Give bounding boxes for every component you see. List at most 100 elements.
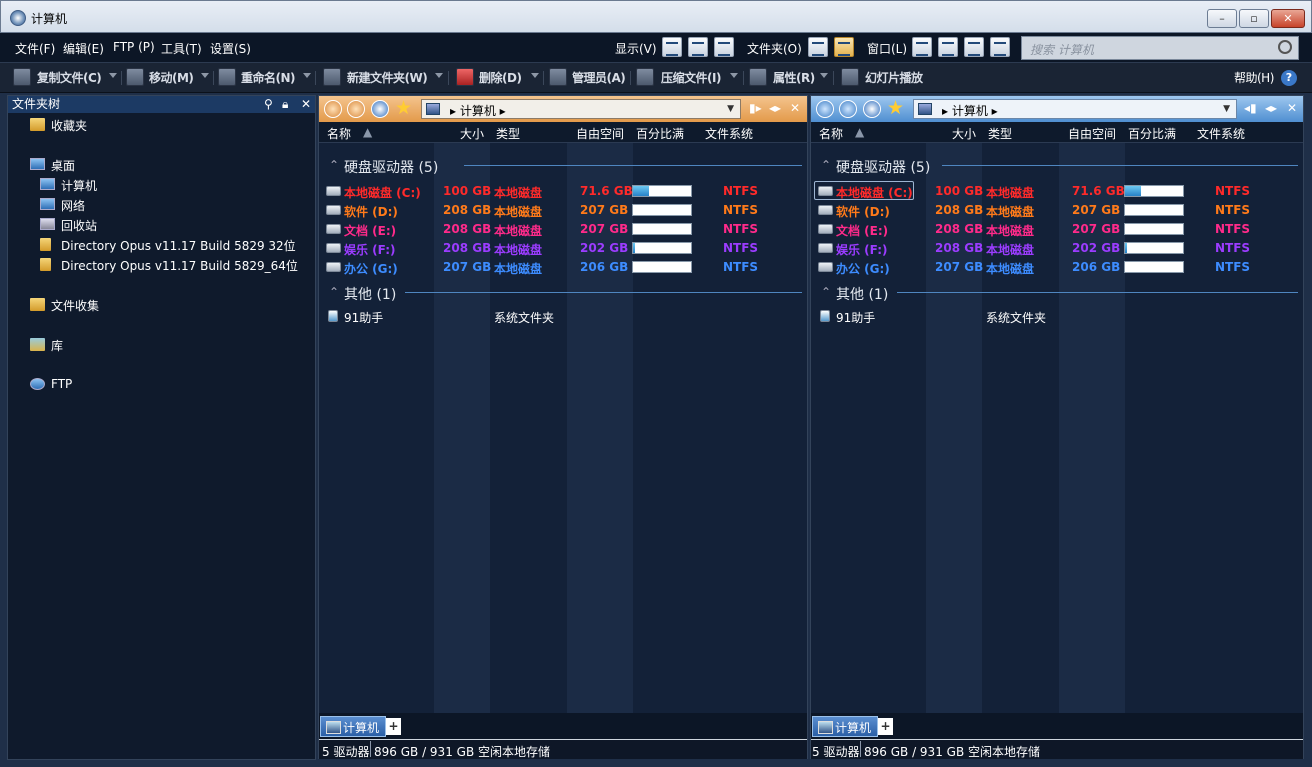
table-row[interactable]: 文档 (E:) 208 GB 本地磁盘 207 GB NTFS <box>319 220 799 239</box>
menu-tools[interactable]: 工具(T) <box>161 40 202 57</box>
column-name[interactable]: 名称 <box>819 125 843 142</box>
thumbnail-view-icon[interactable] <box>688 37 708 57</box>
tree-item-dopus64[interactable]: Directory Opus v11.17 Build 5829_64位 <box>61 257 298 274</box>
forward-icon[interactable] <box>347 100 365 118</box>
new-folder-button[interactable]: 新建文件夹(W) <box>347 69 428 86</box>
add-tab-button[interactable]: + <box>386 718 401 735</box>
breadcrumb-computer[interactable]: 计算机 <box>460 104 496 118</box>
drive-name[interactable]: 本地磁盘 (C:) <box>836 184 913 201</box>
drive-name[interactable]: 本地磁盘 (C:) <box>344 184 421 201</box>
column-percent[interactable]: 百分比满 <box>1128 125 1176 142</box>
compress-button[interactable]: 压缩文件(I) <box>661 69 721 86</box>
single-window-icon[interactable] <box>912 37 932 57</box>
table-row[interactable]: 娱乐 (F:) 208 GB 本地磁盘 202 GB NTFS <box>319 239 799 258</box>
details-view-icon[interactable] <box>662 37 682 57</box>
column-size[interactable]: 大小 <box>460 125 484 142</box>
left-breadcrumb[interactable]: ▸ 计算机 ▸ ▼ <box>421 99 741 119</box>
help-icon[interactable]: ? <box>1281 70 1297 86</box>
list-item-name[interactable]: 91助手 <box>344 309 383 326</box>
properties-dropdown-icon[interactable] <box>820 73 828 78</box>
tree-item-computer[interactable]: 计算机 <box>61 177 97 194</box>
dual-pane-icon[interactable] <box>834 37 854 57</box>
forward-icon[interactable] <box>839 100 857 118</box>
menu-ftp[interactable]: FTP (P) <box>113 40 155 54</box>
table-row[interactable]: 本地磁盘 (C:) 100 GB 本地磁盘 71.6 GB NTFS <box>811 182 1291 201</box>
new-folder-dropdown-icon[interactable] <box>435 73 443 78</box>
tab-computer[interactable]: 计算机 <box>320 716 387 737</box>
table-row[interactable]: 办公 (G:) 207 GB 本地磁盘 206 GB NTFS <box>319 258 799 277</box>
move-dropdown-icon[interactable] <box>201 73 209 78</box>
table-row[interactable]: 软件 (D:) 208 GB 本地磁盘 207 GB NTFS <box>811 201 1291 220</box>
breadcrumb-dropdown-icon[interactable]: ▼ <box>727 104 734 114</box>
drive-name[interactable]: 娱乐 (F:) <box>836 241 888 258</box>
column-type[interactable]: 类型 <box>496 125 520 142</box>
help-button[interactable]: 帮助(H) <box>1234 69 1274 86</box>
delete-dropdown-icon[interactable] <box>531 73 539 78</box>
tiles-view-icon[interactable] <box>714 37 734 57</box>
list-item-name[interactable]: 91助手 <box>836 309 875 326</box>
rename-dropdown-icon[interactable] <box>303 73 311 78</box>
pane-dest-icon[interactable]: ◂▮ <box>1244 101 1257 115</box>
menu-window[interactable]: 窗口(L) <box>867 40 907 57</box>
copy-button[interactable]: 复制文件(C) <box>37 69 102 86</box>
tab-computer[interactable]: 计算机 <box>812 716 879 737</box>
table-row[interactable]: 软件 (D:) 208 GB 本地磁盘 207 GB NTFS <box>319 201 799 220</box>
back-icon[interactable] <box>816 100 834 118</box>
split-horizontal-icon[interactable] <box>938 37 958 57</box>
favorite-star-icon[interactable]: ★ <box>395 98 415 118</box>
table-row[interactable]: 本地磁盘 (C:) 100 GB 本地磁盘 71.6 GB NTFS <box>319 182 799 201</box>
drive-name[interactable]: 办公 (G:) <box>344 260 398 277</box>
tree-item-library[interactable]: 库 <box>51 337 63 354</box>
properties-button[interactable]: 属性(R) <box>773 69 815 86</box>
drive-name[interactable]: 软件 (D:) <box>836 203 890 220</box>
move-button[interactable]: 移动(M) <box>149 69 194 86</box>
tree-item-collections[interactable]: 文件收集 <box>51 297 99 314</box>
column-type[interactable]: 类型 <box>988 125 1012 142</box>
drive-name[interactable]: 文档 (E:) <box>836 222 888 239</box>
menu-display[interactable]: 显示(V) <box>615 40 657 57</box>
pane-swap-icon[interactable]: ◂▸ <box>769 101 781 115</box>
pane-source-icon[interactable]: ▮▸ <box>749 101 762 115</box>
drive-name[interactable]: 软件 (D:) <box>344 203 398 220</box>
split-vertical-icon[interactable] <box>964 37 984 57</box>
pane-swap-icon[interactable]: ◂▸ <box>1265 101 1277 115</box>
drive-name[interactable]: 办公 (G:) <box>836 260 890 277</box>
breadcrumb-dropdown-icon[interactable]: ▼ <box>1223 104 1230 114</box>
breadcrumb-computer[interactable]: 计算机 <box>952 104 988 118</box>
menu-folder[interactable]: 文件夹(O) <box>747 40 802 57</box>
back-icon[interactable] <box>324 100 342 118</box>
folder-tree-icon[interactable] <box>808 37 828 57</box>
column-size[interactable]: 大小 <box>952 125 976 142</box>
table-row[interactable]: 文档 (E:) 208 GB 本地磁盘 207 GB NTFS <box>811 220 1291 239</box>
menu-settings[interactable]: 设置(S) <box>210 40 251 57</box>
menu-edit[interactable]: 编辑(E) <box>63 40 104 57</box>
tree-lock-icon[interactable]: 🔒︎ <box>282 96 288 113</box>
tree-close-icon[interactable]: ✕ <box>301 96 311 113</box>
slideshow-button[interactable]: 幻灯片播放 <box>865 69 923 86</box>
column-free[interactable]: 自由空间 <box>1068 125 1116 142</box>
right-breadcrumb[interactable]: ▸ 计算机 ▸ ▼ <box>913 99 1237 119</box>
collapse-icon[interactable]: ⌃ <box>329 158 339 172</box>
compress-dropdown-icon[interactable] <box>730 73 738 78</box>
column-filesystem[interactable]: 文件系统 <box>1197 125 1245 142</box>
tree-item-network[interactable]: 网络 <box>61 197 85 214</box>
minimize-button[interactable]: – <box>1207 9 1237 28</box>
column-name[interactable]: 名称 <box>327 125 351 142</box>
collapse-icon[interactable]: ⌃ <box>329 285 339 299</box>
search-icon[interactable] <box>1278 40 1292 54</box>
delete-button[interactable]: 删除(D) <box>479 69 522 86</box>
favorite-star-icon[interactable]: ★ <box>887 98 907 118</box>
menu-file[interactable]: 文件(F) <box>15 40 55 57</box>
close-button[interactable]: ✕ <box>1271 9 1305 28</box>
search-input[interactable]: 搜索 计算机 <box>1021 36 1299 60</box>
tree-item-dopus32[interactable]: Directory Opus v11.17 Build 5829 32位 <box>61 237 296 254</box>
table-row[interactable]: 办公 (G:) 207 GB 本地磁盘 206 GB NTFS <box>811 258 1291 277</box>
column-percent[interactable]: 百分比满 <box>636 125 684 142</box>
collapse-icon[interactable]: ⌃ <box>821 285 831 299</box>
collapse-icon[interactable]: ⌃ <box>821 158 831 172</box>
table-row[interactable]: 娱乐 (F:) 208 GB 本地磁盘 202 GB NTFS <box>811 239 1291 258</box>
tree-search-icon[interactable]: ⚲ <box>264 96 273 113</box>
tree-item-favorites[interactable]: 收藏夹 <box>51 117 87 134</box>
drive-name[interactable]: 娱乐 (F:) <box>344 241 396 258</box>
add-tab-button[interactable]: + <box>878 718 893 735</box>
